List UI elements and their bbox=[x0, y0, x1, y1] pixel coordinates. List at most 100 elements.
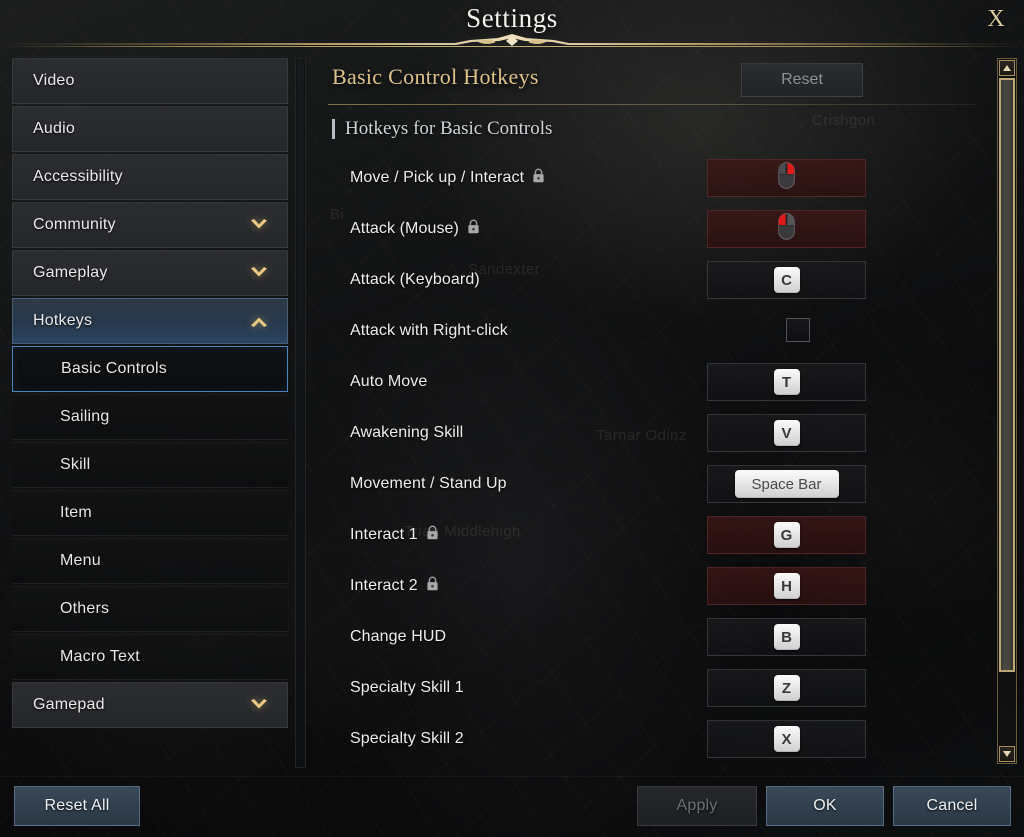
hotkey-label-text: Attack (Mouse) bbox=[350, 219, 459, 237]
hotkey-row: Attack with Right-click bbox=[320, 305, 988, 356]
hotkey-row-label: Movement / Stand Up bbox=[350, 475, 507, 493]
hotkey-row-label: Attack (Mouse) bbox=[350, 219, 480, 239]
hotkey-row-label: Specialty Skill 2 bbox=[350, 730, 464, 748]
lock-icon bbox=[468, 219, 479, 233]
sidebar-item-skill[interactable]: Skill bbox=[12, 442, 288, 488]
hotkey-label-text: Auto Move bbox=[350, 372, 428, 390]
hotkey-binding-box[interactable]: T bbox=[707, 363, 866, 401]
hotkey-keycap: Z bbox=[773, 675, 800, 701]
cancel-button[interactable]: Cancel bbox=[893, 786, 1011, 826]
sidebar-item-others[interactable]: Others bbox=[12, 586, 288, 632]
hotkey-label-text: Specialty Skill 2 bbox=[350, 729, 464, 747]
hotkey-row: Change HUD B bbox=[320, 611, 988, 662]
lock-icon bbox=[532, 168, 545, 188]
sidebar-item-label: Skill bbox=[60, 456, 91, 473]
hotkey-row: Interact 2 H bbox=[320, 560, 988, 611]
lock-icon bbox=[427, 576, 438, 590]
sidebar-item-basic-controls[interactable]: Basic Controls bbox=[12, 346, 288, 392]
hotkey-binding-box[interactable]: V bbox=[707, 414, 866, 452]
hotkey-keycap: G bbox=[773, 522, 800, 548]
sidebar-item-menu[interactable]: Menu bbox=[12, 538, 288, 584]
sidebar-item-sailing[interactable]: Sailing bbox=[12, 394, 288, 440]
hotkey-row-label: Attack (Keyboard) bbox=[350, 271, 480, 289]
hotkey-label-text: Interact 1 bbox=[350, 525, 418, 543]
apply-button[interactable]: Apply bbox=[637, 786, 757, 826]
scroll-down-icon[interactable] bbox=[999, 746, 1015, 762]
hotkey-row-label: Interact 1 bbox=[350, 525, 439, 545]
chevron-down-icon[interactable] bbox=[249, 267, 269, 280]
scrollbar-track[interactable] bbox=[999, 78, 1015, 744]
hotkey-keycap: B bbox=[773, 624, 800, 650]
sidebar-item-audio[interactable]: Audio bbox=[12, 106, 288, 152]
hotkey-binding-box[interactable]: X bbox=[707, 720, 866, 758]
sidebar-item-accessibility[interactable]: Accessibility bbox=[12, 154, 288, 200]
hotkey-keycap: V bbox=[773, 420, 800, 446]
lock-icon bbox=[533, 168, 544, 182]
hotkey-binding-box[interactable]: G bbox=[707, 516, 866, 554]
scrollbar-thumb[interactable] bbox=[999, 78, 1015, 672]
sidebar-item-gameplay[interactable]: Gameplay bbox=[12, 250, 288, 296]
hotkey-keycap: X bbox=[773, 726, 800, 752]
hotkey-binding-box[interactable]: C bbox=[707, 261, 866, 299]
sidebar-item-label: Gameplay bbox=[33, 264, 108, 281]
hotkey-binding-box[interactable]: B bbox=[707, 618, 866, 656]
sidebar-item-label: Accessibility bbox=[33, 168, 123, 185]
hotkey-binding-box[interactable]: Space Bar bbox=[707, 465, 866, 503]
hotkey-row: Move / Pick up / Interact bbox=[320, 152, 988, 203]
hotkey-group-header: Hotkeys for Basic Controls bbox=[332, 118, 552, 140]
sidebar-item-hotkeys[interactable]: Hotkeys bbox=[12, 298, 288, 344]
hotkey-label-text: Attack with Right-click bbox=[350, 321, 508, 339]
hotkey-row-label: Move / Pick up / Interact bbox=[350, 168, 545, 188]
hotkey-binding-box[interactable] bbox=[707, 159, 866, 197]
close-icon[interactable]: X bbox=[976, 2, 1016, 36]
chevron-up-icon[interactable] bbox=[249, 315, 269, 328]
lock-icon bbox=[427, 525, 438, 539]
sidebar-item-label: Gamepad bbox=[33, 696, 105, 713]
mouse-right-icon bbox=[778, 162, 795, 194]
hotkey-binding-box[interactable]: Z bbox=[707, 669, 866, 707]
sidebar-item-community[interactable]: Community bbox=[12, 202, 288, 248]
chevron-down-icon[interactable] bbox=[249, 699, 269, 712]
hotkey-row: Movement / Stand Up Space Bar bbox=[320, 458, 988, 509]
sidebar-item-item[interactable]: Item bbox=[12, 490, 288, 536]
reset-all-button[interactable]: Reset All bbox=[14, 786, 140, 826]
hotkey-label-text: Attack (Keyboard) bbox=[350, 270, 480, 288]
title-divider bbox=[0, 46, 1024, 47]
lock-icon bbox=[426, 576, 439, 596]
sidebar-item-label: Video bbox=[33, 72, 75, 89]
hotkey-row: Specialty Skill 1 Z bbox=[320, 662, 988, 713]
hotkey-label-text: Specialty Skill 1 bbox=[350, 678, 464, 696]
settings-main-panel: Basic Control Hotkeys Reset Hotkeys for … bbox=[320, 56, 988, 768]
hotkey-label-text: Move / Pick up / Interact bbox=[350, 168, 525, 186]
section-divider bbox=[328, 104, 976, 105]
ok-button[interactable]: OK bbox=[766, 786, 884, 826]
hotkey-checkbox[interactable] bbox=[786, 318, 810, 342]
hotkey-keycap: H bbox=[773, 573, 800, 599]
main-scrollbar[interactable] bbox=[997, 58, 1017, 764]
hotkey-row: Awakening Skill V bbox=[320, 407, 988, 458]
hotkey-binding-box[interactable]: H bbox=[707, 567, 866, 605]
sidebar-item-label: Macro Text bbox=[60, 648, 140, 665]
sidebar-scroll-rail-fill bbox=[297, 60, 304, 766]
hotkey-row-label: Auto Move bbox=[350, 373, 427, 391]
hotkey-row: Attack (Keyboard) C bbox=[320, 254, 988, 305]
sidebar-item-label: Basic Controls bbox=[61, 360, 167, 377]
reset-button[interactable]: Reset bbox=[741, 63, 863, 97]
hotkey-group-label: Hotkeys for Basic Controls bbox=[345, 118, 553, 139]
mouse-left-icon bbox=[778, 213, 795, 245]
group-accent-bar bbox=[332, 119, 335, 139]
hotkey-row-label: Specialty Skill 1 bbox=[350, 679, 464, 697]
chevron-down-icon[interactable] bbox=[249, 219, 269, 232]
sidebar-scroll-rail[interactable] bbox=[295, 58, 306, 768]
hotkey-keycap: Space Bar bbox=[734, 470, 839, 498]
sidebar-item-video[interactable]: Video bbox=[12, 58, 288, 104]
window-titlebar: Settings X bbox=[0, 0, 1024, 46]
hotkey-label-text: Change HUD bbox=[350, 627, 447, 645]
hotkey-row: Attack (Mouse) bbox=[320, 203, 988, 254]
sidebar-item-label: Item bbox=[60, 504, 92, 521]
footer-divider bbox=[0, 776, 1024, 777]
scroll-up-icon[interactable] bbox=[999, 60, 1015, 76]
sidebar-item-macro-text[interactable]: Macro Text bbox=[12, 634, 288, 680]
sidebar-item-gamepad[interactable]: Gamepad bbox=[12, 682, 288, 728]
hotkey-binding-box[interactable] bbox=[707, 210, 866, 248]
